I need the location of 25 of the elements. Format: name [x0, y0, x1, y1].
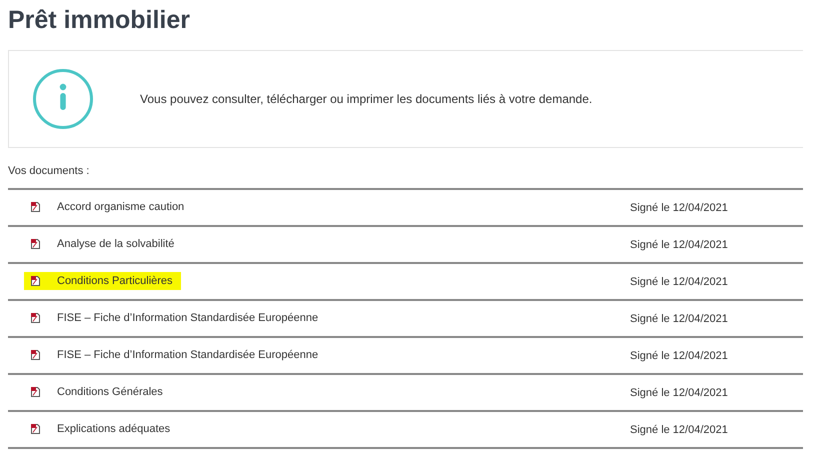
page-title: Prêt immobilier [8, 5, 191, 36]
documents-label: Vos documents : [8, 165, 90, 177]
document-link[interactable]: Analyse de la solvabilité [57, 238, 174, 250]
info-icon [32, 68, 94, 130]
pdf-file-icon [30, 274, 41, 286]
signed-date: Signé le 12/04/2021 [630, 202, 728, 214]
signed-date: Signé le 12/04/2021 [630, 312, 728, 324]
document-link[interactable]: Accord organisme caution [57, 200, 184, 212]
signed-date: Signé le 12/04/2021 [630, 350, 728, 362]
pdf-file-icon [30, 200, 41, 212]
document-link[interactable]: Conditions Particulières [57, 274, 173, 286]
info-message: Vous pouvez consulter, télécharger ou imprimer les documents liés à votre demande. [140, 92, 592, 106]
document-link[interactable]: Explications adéquates [57, 422, 170, 434]
pdf-file-icon [30, 386, 41, 398]
signed-date: Signé le 12/04/2021 [630, 276, 728, 288]
pdf-file-icon [30, 348, 41, 360]
document-link[interactable]: Conditions Générales [57, 386, 163, 398]
document-link[interactable]: FISE – Fiche d’Information Standardisée Européenne [57, 312, 318, 324]
pdf-file-icon [30, 238, 41, 250]
signed-date: Signé le 12/04/2021 [630, 386, 728, 398]
pdf-file-icon [30, 312, 41, 324]
pdf-file-icon [30, 422, 41, 434]
signed-date: Signé le 12/04/2021 [630, 238, 728, 250]
document-link[interactable]: FISE – Fiche d’Information Standardisée Européenne [57, 348, 318, 360]
signed-date: Signé le 12/04/2021 [630, 424, 728, 436]
